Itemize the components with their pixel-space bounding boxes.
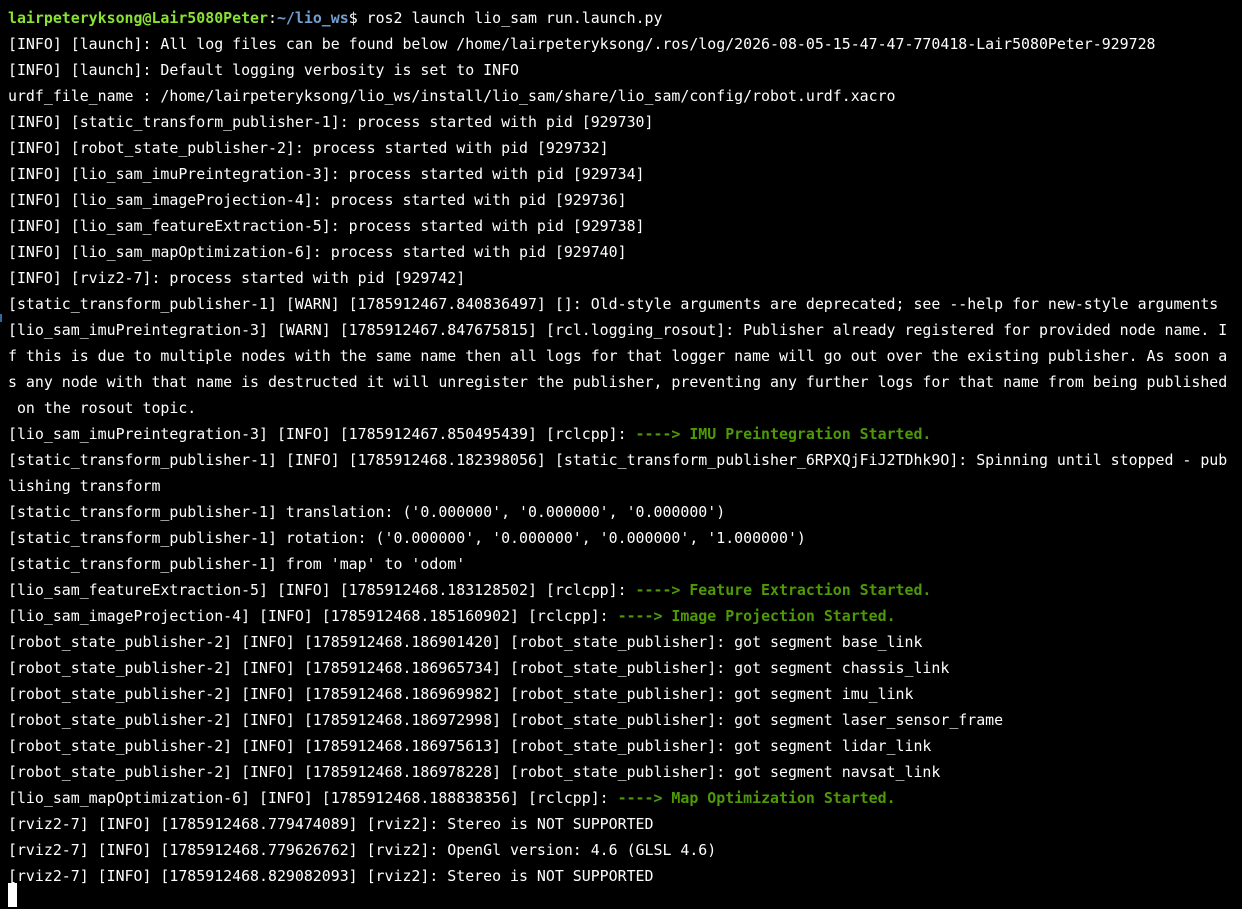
log-line: [INFO] [lio_sam_imageProjection-4]: proc… bbox=[8, 191, 627, 209]
prompt-user-host: lairpeteryksong@Lair5080Peter bbox=[8, 9, 268, 27]
log-line: on the rosout topic. bbox=[8, 399, 197, 417]
log-line: [INFO] [lio_sam_featureExtraction-5]: pr… bbox=[8, 217, 645, 235]
log-prefix: [lio_sam_imuPreintegration-3] [INFO] [17… bbox=[8, 425, 636, 443]
log-line: [lio_sam_imuPreintegration-3] [WARN] [17… bbox=[8, 321, 1228, 339]
log-line: [INFO] [lio_sam_mapOptimization-6]: proc… bbox=[8, 243, 627, 261]
log-line: [INFO] [launch]: Default logging verbosi… bbox=[8, 61, 520, 79]
log-prefix: [lio_sam_featureExtraction-5] [INFO] [17… bbox=[8, 581, 636, 599]
log-line-feature-started: [lio_sam_featureExtraction-5] [INFO] [17… bbox=[8, 577, 1242, 603]
log-line: urdf_file_name : /home/lairpeteryksong/l… bbox=[8, 87, 896, 105]
log-line: [static_transform_publisher-1] from 'map… bbox=[8, 555, 466, 573]
prompt-colon: : bbox=[267, 9, 277, 27]
log-line: [INFO] [static_transform_publisher-1]: p… bbox=[8, 113, 654, 131]
prompt-command: ros2 launch lio_sam run.launch.py bbox=[366, 9, 663, 27]
map-optimization-started-text: ----> Map Optimization Started. bbox=[617, 789, 896, 807]
log-line: [INFO] [rviz2-7]: process started with p… bbox=[8, 269, 466, 287]
log-line: [INFO] [lio_sam_imuPreintegration-3]: pr… bbox=[8, 165, 645, 183]
log-line: [static_transform_publisher-1] [INFO] [1… bbox=[8, 451, 1228, 469]
prompt-line: lairpeteryksong@Lair5080Peter:~/lio_ws$ … bbox=[8, 5, 1242, 31]
log-line-image-started: [lio_sam_imageProjection-4] [INFO] [1785… bbox=[8, 603, 1242, 629]
image-projection-started-text: ----> Image Projection Started. bbox=[617, 607, 896, 625]
feature-extraction-started-text: ----> Feature Extraction Started. bbox=[635, 581, 932, 599]
log-line: lishing transform bbox=[8, 477, 161, 495]
prompt-symbol: $ bbox=[348, 9, 367, 27]
log-line: [robot_state_publisher-2] [INFO] [178591… bbox=[8, 633, 923, 651]
log-line: [static_transform_publisher-1] [WARN] [1… bbox=[8, 295, 1219, 313]
prompt-cwd: ~/lio_ws bbox=[276, 9, 349, 27]
log-line: [static_transform_publisher-1] rotation:… bbox=[8, 529, 806, 547]
log-line: [rviz2-7] [INFO] [1785912468.779626762] … bbox=[8, 841, 717, 859]
log-prefix: [lio_sam_mapOptimization-6] [INFO] [1785… bbox=[8, 789, 618, 807]
log-line: [robot_state_publisher-2] [INFO] [178591… bbox=[8, 737, 932, 755]
terminal-cursor bbox=[8, 883, 17, 907]
log-line-imu-started: [lio_sam_imuPreintegration-3] [INFO] [17… bbox=[8, 421, 1242, 447]
log-line: [robot_state_publisher-2] [INFO] [178591… bbox=[8, 659, 950, 677]
log-line: [INFO] [robot_state_publisher-2]: proces… bbox=[8, 139, 609, 157]
log-line: f this is due to multiple nodes with the… bbox=[8, 347, 1228, 365]
terminal-window[interactable]: lairpeteryksong@Lair5080Peter:~/lio_ws$ … bbox=[0, 0, 1242, 909]
scroll-marker bbox=[0, 314, 2, 322]
log-line: [INFO] [launch]: All log files can be fo… bbox=[8, 35, 1156, 53]
log-line: s any node with that name is destructed … bbox=[8, 373, 1228, 391]
log-line: [rviz2-7] [INFO] [1785912468.779474089] … bbox=[8, 815, 654, 833]
imu-preintegration-started-text: ----> IMU Preintegration Started. bbox=[635, 425, 932, 443]
log-line: [robot_state_publisher-2] [INFO] [178591… bbox=[8, 685, 914, 703]
terminal-output: lairpeteryksong@Lair5080Peter:~/lio_ws$ … bbox=[8, 5, 1242, 889]
log-line-map-started: [lio_sam_mapOptimization-6] [INFO] [1785… bbox=[8, 785, 1242, 811]
log-prefix: [lio_sam_imageProjection-4] [INFO] [1785… bbox=[8, 607, 618, 625]
log-line: [robot_state_publisher-2] [INFO] [178591… bbox=[8, 763, 941, 781]
log-line: [robot_state_publisher-2] [INFO] [178591… bbox=[8, 711, 1004, 729]
log-line: [rviz2-7] [INFO] [1785912468.829082093] … bbox=[8, 867, 654, 885]
log-line: [static_transform_publisher-1] translati… bbox=[8, 503, 726, 521]
